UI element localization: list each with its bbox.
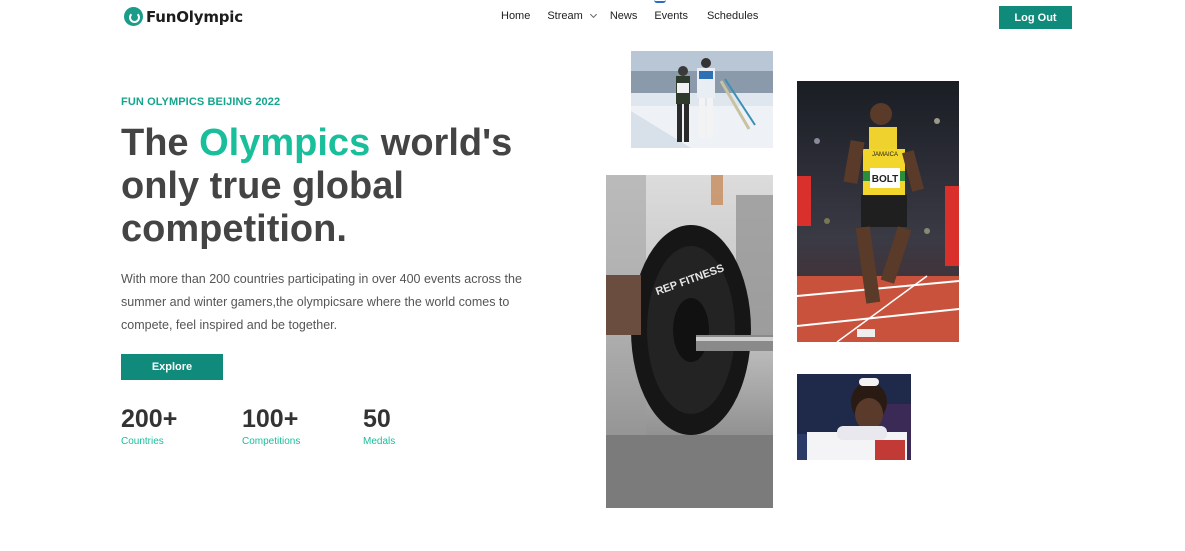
hero-eyebrow: FUN OLYMPICS BEIJING 2022 xyxy=(121,96,281,108)
headline-accent: Olympics xyxy=(199,122,371,164)
photo-barbell: REP FITNESS xyxy=(606,175,773,508)
headline-pre: The xyxy=(121,122,200,164)
team-text: JAMAICA xyxy=(872,152,898,158)
brand-logo[interactable]: FunOlympic xyxy=(124,7,243,26)
photo-skiers xyxy=(631,51,773,148)
chevron-down-icon xyxy=(589,10,597,19)
top-navbar: FunOlympic Home Stream News Events Sched… xyxy=(0,0,1185,34)
stat-label: Medals xyxy=(363,436,396,447)
logout-button[interactable]: Log Out xyxy=(999,6,1072,29)
stat-value: 100+ xyxy=(242,405,299,433)
brand-name: FunOlympic xyxy=(146,7,243,26)
photo-sprinter: BOLT JAMAICA xyxy=(797,81,959,342)
stat-value: 200+ xyxy=(121,405,178,433)
bib-text: BOLT xyxy=(872,174,898,185)
stat-medals: 50 Medals xyxy=(363,405,395,447)
nav-events[interactable]: Events xyxy=(654,10,688,22)
hero-description: With more than 200 countries participati… xyxy=(121,272,522,332)
stat-value: 50 xyxy=(363,405,391,433)
hero-headline: The Olympics world's only true global co… xyxy=(121,122,581,251)
photo-gymnast xyxy=(797,374,911,460)
nav-schedules[interactable]: Schedules xyxy=(707,10,758,22)
nav-stream[interactable]: Stream xyxy=(547,10,597,22)
decorative-accent xyxy=(654,0,666,3)
main-nav: Home Stream News Events Schedules xyxy=(501,10,758,22)
stat-competitions: 100+ Competitions xyxy=(242,405,300,447)
stat-countries: 200+ Countries xyxy=(121,405,177,447)
stat-label: Countries xyxy=(121,436,164,447)
stat-label: Competitions xyxy=(242,436,301,447)
nav-news[interactable]: News xyxy=(610,10,638,22)
nav-home[interactable]: Home xyxy=(501,10,530,22)
nav-stream-label: Stream xyxy=(547,10,583,22)
logo-icon xyxy=(124,7,143,26)
explore-button[interactable]: Explore xyxy=(121,354,223,380)
